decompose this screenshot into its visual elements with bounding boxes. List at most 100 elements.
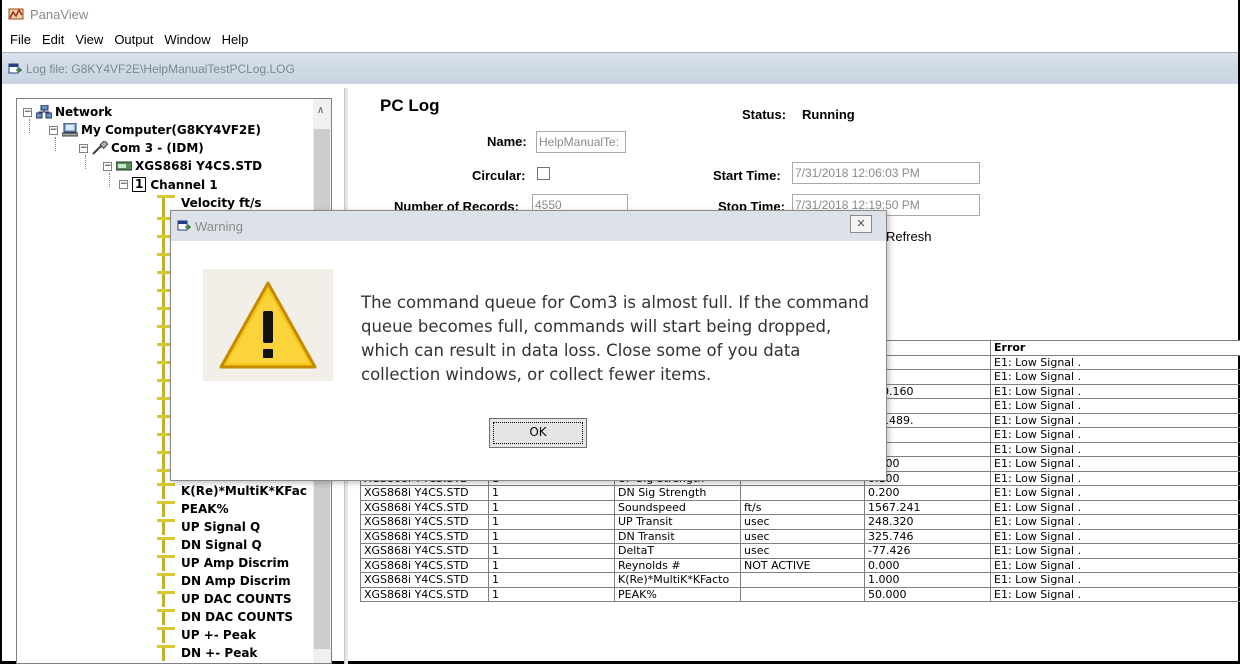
circular-label: Circular: xyxy=(472,168,526,183)
start-time-field[interactable]: 7/31/2018 12:06:03 PM xyxy=(792,162,980,184)
table-row[interactable]: XGS868i Y4CS.STD 1 UP Transit usec 248.320 E1… xyxy=(360,514,1240,530)
ok-button[interactable]: OK xyxy=(489,418,587,448)
table-cell: 1 xyxy=(488,485,615,501)
table-cell xyxy=(740,586,865,602)
ok-button-label: OK xyxy=(529,425,547,439)
parameter-icon xyxy=(157,591,175,607)
table-cell: E1: Low Signal . xyxy=(990,470,1240,486)
tree-node-peak[interactable]: PEAK% xyxy=(157,501,229,517)
menu-output[interactable]: Output xyxy=(114,32,153,47)
close-icon[interactable]: ✕ xyxy=(850,215,872,233)
collapse-icon[interactable]: − xyxy=(103,161,112,171)
tree-label: Network xyxy=(55,105,113,119)
table-cell: usec xyxy=(740,543,865,559)
table-cell: E1: Low Signal . xyxy=(990,383,1240,399)
tree-node-velocity[interactable]: Velocity ft/s xyxy=(157,195,262,211)
menu-window[interactable]: Window xyxy=(164,32,210,47)
tree-node-up-peak[interactable]: UP +- Peak xyxy=(157,627,256,643)
tree-node-network[interactable]: − Network xyxy=(23,105,112,119)
parameter-icon xyxy=(157,555,175,571)
table-row[interactable]: XGS868i Y4CS.STD 1 K(Re)*MultiK*KFacto 1.00… xyxy=(360,572,1240,588)
tree-node-com3[interactable]: − Com 3 - (IDM) xyxy=(79,141,204,155)
table-cell: DN Transit xyxy=(614,528,741,544)
menu-edit[interactable]: Edit xyxy=(42,32,64,47)
table-cell: 1 xyxy=(488,514,615,530)
table-cell xyxy=(740,485,865,501)
table-row[interactable]: XGS868i Y4CS.STD 1 Soundspeed ft/s 1567.241 E… xyxy=(360,499,1240,515)
serial-port-icon xyxy=(92,141,108,155)
table-cell: -77.426 xyxy=(864,543,991,559)
tree-node-up-dac-counts[interactable]: UP DAC COUNTS xyxy=(157,591,292,607)
name-field[interactable]: HelpManualTe: xyxy=(536,131,626,153)
channel-number-icon: 1 xyxy=(132,177,147,192)
status-value: Running xyxy=(802,107,855,122)
parameter-icon xyxy=(157,627,175,643)
table-cell: 1567.241 xyxy=(864,499,991,515)
start-time-label: Start Time: xyxy=(713,168,781,183)
table-cell: DeltaT xyxy=(614,543,741,559)
warning-icon-area xyxy=(203,269,333,381)
table-cell: 248.320 xyxy=(864,514,991,530)
table-cell: E1: Low Signal . xyxy=(990,354,1240,370)
log-window-icon xyxy=(8,63,22,73)
table-cell: 1 xyxy=(488,572,615,588)
table-cell: E1: Low Signal . xyxy=(990,427,1240,443)
table-cell: E1: Low Signal . xyxy=(990,369,1240,385)
tree-label: Velocity ft/s xyxy=(181,196,262,210)
table-row[interactable]: XGS868i Y4CS.STD 1 PEAK% 50.000 E1: Low Sign… xyxy=(360,586,1240,602)
table-cell: 1 xyxy=(488,528,615,544)
collapse-icon[interactable]: − xyxy=(119,180,128,189)
computer-icon xyxy=(62,123,78,137)
table-cell: 1 xyxy=(488,557,615,573)
tree-node-dn-amp-discrim[interactable]: DN Amp Discrim xyxy=(157,573,291,589)
dialog-titlebar: Warning xyxy=(171,211,886,241)
table-row[interactable]: XGS868i Y4CS.STD 1 DeltaT usec -77.426 E1: Lo… xyxy=(360,543,1240,559)
table-cell: E1: Low Signal . xyxy=(990,398,1240,414)
refresh-label[interactable]: Refresh xyxy=(886,229,932,244)
menu-help[interactable]: Help xyxy=(222,32,249,47)
table-cell: usec xyxy=(740,514,865,530)
collapse-icon[interactable]: − xyxy=(79,143,88,153)
table-cell: E1: Low Signal . xyxy=(990,499,1240,515)
parameter-icon xyxy=(157,501,175,517)
menu-file[interactable]: File xyxy=(10,32,31,47)
table-row[interactable]: XGS868i Y4CS.STD 1 Reynolds # NOT ACTIVE 0.0… xyxy=(360,557,1240,573)
tree-node-computer[interactable]: − My Computer(G8KY4VF2E) xyxy=(49,123,261,137)
table-cell: NOT ACTIVE xyxy=(740,557,865,573)
column-header-error[interactable]: Error xyxy=(990,340,1240,356)
network-icon xyxy=(36,105,52,119)
tree-label: Com 3 - (IDM) xyxy=(111,141,204,155)
table-row[interactable]: XGS868i Y4CS.STD 1 DN Transit usec 325.746 E1… xyxy=(360,528,1240,544)
table-cell: UP Transit xyxy=(614,514,741,530)
tree-label: DN +- Peak xyxy=(181,646,258,660)
tree-node-meter[interactable]: − XGS868i Y4CS.STD xyxy=(103,159,262,173)
parameter-icon xyxy=(157,195,175,211)
table-cell: 0.200 xyxy=(864,485,991,501)
table-cell: Reynolds # xyxy=(614,557,741,573)
table-cell: ft/s xyxy=(740,499,865,515)
flowmeter-icon xyxy=(116,161,132,171)
collapse-icon[interactable]: − xyxy=(49,125,58,135)
table-row[interactable]: XGS868i Y4CS.STD 1 DN Sig Strength 0.200 E1:… xyxy=(360,485,1240,501)
tree-node-up-amp-discrim[interactable]: UP Amp Discrim xyxy=(157,555,289,571)
menu-view[interactable]: View xyxy=(75,32,103,47)
collapse-icon[interactable]: − xyxy=(23,107,32,117)
table-cell: usec xyxy=(740,528,865,544)
parameter-icon xyxy=(157,519,175,535)
tree-label: Channel 1 xyxy=(150,177,218,192)
circular-checkbox[interactable] xyxy=(537,167,550,180)
tree-node-channel-1[interactable]: − 1 Channel 1 xyxy=(119,177,218,192)
table-cell: 1 xyxy=(488,586,615,602)
warning-message: The command queue for Com3 is almost ful… xyxy=(361,293,869,384)
tree-node-up-signal-q[interactable]: UP Signal Q xyxy=(157,519,260,535)
tree-label: UP +- Peak xyxy=(181,628,256,642)
tree-node-kre-multik[interactable]: K(Re)*MultiK*KFac xyxy=(157,483,307,499)
scroll-up-arrow-icon[interactable]: ∧ xyxy=(317,105,324,116)
tree-label: K(Re)*MultiK*KFac xyxy=(181,484,307,498)
tree-node-dn-signal-q[interactable]: DN Signal Q xyxy=(157,537,262,553)
table-cell: 1 xyxy=(488,499,615,515)
tree-node-dn-peak[interactable]: DN +- Peak xyxy=(157,645,257,661)
table-cell xyxy=(740,572,865,588)
tree-node-dn-dac-counts[interactable]: DN DAC COUNTS xyxy=(157,609,293,625)
parameter-icon xyxy=(157,645,175,661)
